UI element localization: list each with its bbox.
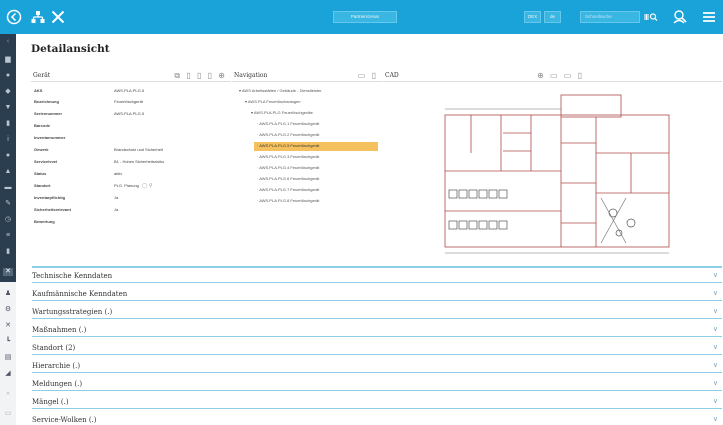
geraet-panel-header: Gerät ⧉ ▯ ▯ ▯ ⊕	[31, 70, 231, 82]
printer-icon[interactable]: ▤	[4, 354, 12, 362]
cad-toolbar: ⊕ ▭ ▭ ▯	[537, 71, 584, 80]
clock-icon[interactable]: ◷	[4, 216, 12, 224]
person-icon[interactable]: ♟	[4, 290, 12, 298]
accordion-maengel[interactable]: Mängel (.) ∨	[32, 396, 722, 409]
tree-item[interactable]: ▾ AWS.PLA Feuerlöschanlagen	[242, 98, 303, 107]
accordion-top-line	[32, 266, 722, 268]
hierarchy-icon[interactable]	[30, 9, 46, 25]
tree-item[interactable]: · AWS.PLA.PLG.1 Feuerlöschgerät	[254, 120, 322, 129]
copy-icon[interactable]: ⧉	[174, 71, 182, 81]
chevron-down-icon: ∨	[712, 272, 718, 279]
chevron-down-icon: ∨	[712, 308, 718, 315]
tree-item[interactable]: · AWS.PLA.PLG.8 Feuerlöschgerät	[254, 197, 322, 206]
info-icon[interactable]: i	[4, 136, 12, 144]
marker-icon[interactable]: ◆	[4, 88, 12, 96]
tree-item[interactable]: ▾ AWS Arbeitsstätten / Gebäude - Dienstl…	[236, 87, 325, 96]
tree-item[interactable]: · AWS.PLA.PLG.4 Feuerlöschgerät	[254, 164, 322, 173]
chevron-down-icon: ∨	[712, 380, 718, 387]
user-icon[interactable]: ●	[4, 152, 12, 160]
floorplan-drawing	[444, 94, 670, 254]
language-button[interactable]: de	[544, 11, 561, 23]
tools-icon[interactable]	[50, 9, 66, 25]
chevron-down-icon: ∨	[712, 416, 718, 423]
tree-item[interactable]: ▾ AWS.PLA.PLG Feuerlöschgeräte	[248, 109, 316, 118]
chart-icon[interactable]: ▮	[4, 248, 12, 256]
tree-item[interactable]: · AWS.PLA.PLG.6 Feuerlöschgerät	[254, 175, 322, 184]
back-icon[interactable]	[6, 9, 22, 25]
file-icon[interactable]: ▯	[186, 71, 192, 80]
menu-icon[interactable]	[701, 9, 717, 25]
barcode-search-icon[interactable]	[643, 9, 659, 25]
dex-button[interactable]: DEX	[524, 11, 541, 23]
partner-button[interactable]: Partnerszenar	[333, 11, 397, 23]
accordion-meldungen[interactable]: Meldungen (.) ∨	[32, 378, 722, 391]
geraet-toolbar: ⧉ ▯ ▯ ▯ ⊕	[174, 71, 227, 81]
page-title: Detailansicht	[31, 43, 110, 55]
chevron-down-icon: ∨	[712, 290, 718, 297]
wrench-icon[interactable]: ✕	[4, 322, 12, 330]
edit-icon[interactable]: ✎	[4, 200, 12, 208]
add-icon[interactable]: ⊕	[218, 71, 227, 80]
accordion-service-wolken[interactable]: Service-Wolken (.) ∨	[32, 414, 722, 425]
location-actions[interactable]: ◯ ⚲	[142, 183, 153, 189]
folder-icon[interactable]: ▭	[358, 71, 368, 80]
chevron-down-icon: ∨	[712, 326, 718, 333]
list-icon[interactable]: ≡	[4, 232, 12, 240]
user-search-icon[interactable]	[672, 9, 688, 25]
tree-item[interactable]: · AWS.PLA.PLG.7 Feuerlöschgerät	[254, 186, 322, 195]
warning-icon[interactable]: ▲	[4, 168, 12, 176]
file-copy-icon[interactable]: ▯	[197, 71, 203, 80]
accordion-massnahmen[interactable]: Maßnahmen (.) ∨	[32, 324, 722, 337]
calendar-icon[interactable]: ▬	[4, 184, 12, 192]
tree-icon[interactable]: ┗	[4, 338, 12, 346]
chevron-down-icon: ∨	[712, 362, 718, 369]
image-icon[interactable]: ▭	[550, 71, 560, 80]
navigation-toolbar: ▭ ▯	[358, 71, 378, 80]
pin-icon[interactable]: ●	[4, 72, 12, 80]
sidebar: ‹ ▆ ● ◆ ▼ ▮ i ● ▲ ▬ ✎ ◷ ≡ ▮ ✕ ♟ ⚙ ✕ ┗ ▤ …	[0, 34, 16, 425]
file-search-icon[interactable]: ▯	[372, 71, 378, 80]
collapse-arrow-icon[interactable]: ‹	[4, 38, 12, 46]
cad-panel-header: CAD ⊕ ▭ ▭ ▯	[383, 70, 722, 82]
navigation-panel-title: Navigation	[234, 72, 268, 79]
accordion-standort[interactable]: Standort (2) ∨	[32, 342, 722, 355]
accordion-kaufmaennische-kenndaten[interactable]: Kaufmännische Kenndaten ∨	[32, 288, 722, 301]
globe-icon[interactable]: ⊕	[537, 71, 546, 80]
accordion-wartungsstrategien[interactable]: Wartungsstrategien (.) ∨	[32, 306, 722, 319]
cad-panel-title: CAD	[385, 72, 399, 79]
accordion-hierarchie[interactable]: Hierarchie (.) ∨	[32, 360, 722, 373]
settings-icon[interactable]: ⚙	[4, 306, 12, 314]
tree-item[interactable]: · AWS.PLA.PLG.2 Feuerlöschgerät	[254, 131, 322, 140]
drop-icon[interactable]: ▼	[4, 104, 12, 112]
accordion-technische-kenndaten[interactable]: Technische Kenndaten ∨	[32, 270, 722, 283]
geraet-panel-title: Gerät	[33, 72, 51, 79]
file-edit-icon[interactable]: ▯	[208, 71, 214, 80]
main-content: Detailansicht Gerät ⧉ ▯ ▯ ▯ ⊕ AKS AWS.PLA…	[16, 34, 723, 425]
top-bar: Partnerszenar DEX de Schnellsuche	[0, 0, 723, 34]
quick-search-input[interactable]: Schnellsuche	[580, 11, 640, 23]
building-icon[interactable]: ▆	[4, 56, 12, 64]
chevron-down-icon: ∨	[712, 344, 718, 351]
tools-nav-icon[interactable]: ✕	[3, 268, 13, 276]
tree-item[interactable]: · AWS.PLA.PLG.3 Feuerlöschgerät	[254, 153, 322, 162]
layers-icon[interactable]: ▭	[564, 71, 574, 80]
chevron-down-icon: ∨	[712, 398, 718, 405]
scroll-icon[interactable]: ▭	[4, 410, 12, 418]
chevron-up-icon[interactable]: ^	[4, 392, 12, 400]
tag-icon[interactable]: ◢	[4, 370, 12, 378]
cad-floorplan[interactable]	[441, 93, 673, 259]
tree-item-selected[interactable]: · AWS.PLA.PLG.5 Feuerlöschgerät	[254, 142, 378, 151]
zoom-icon[interactable]: ▯	[578, 71, 584, 80]
document-icon[interactable]: ▮	[4, 120, 12, 128]
navigation-panel-header: Navigation ▭ ▯	[232, 70, 382, 82]
